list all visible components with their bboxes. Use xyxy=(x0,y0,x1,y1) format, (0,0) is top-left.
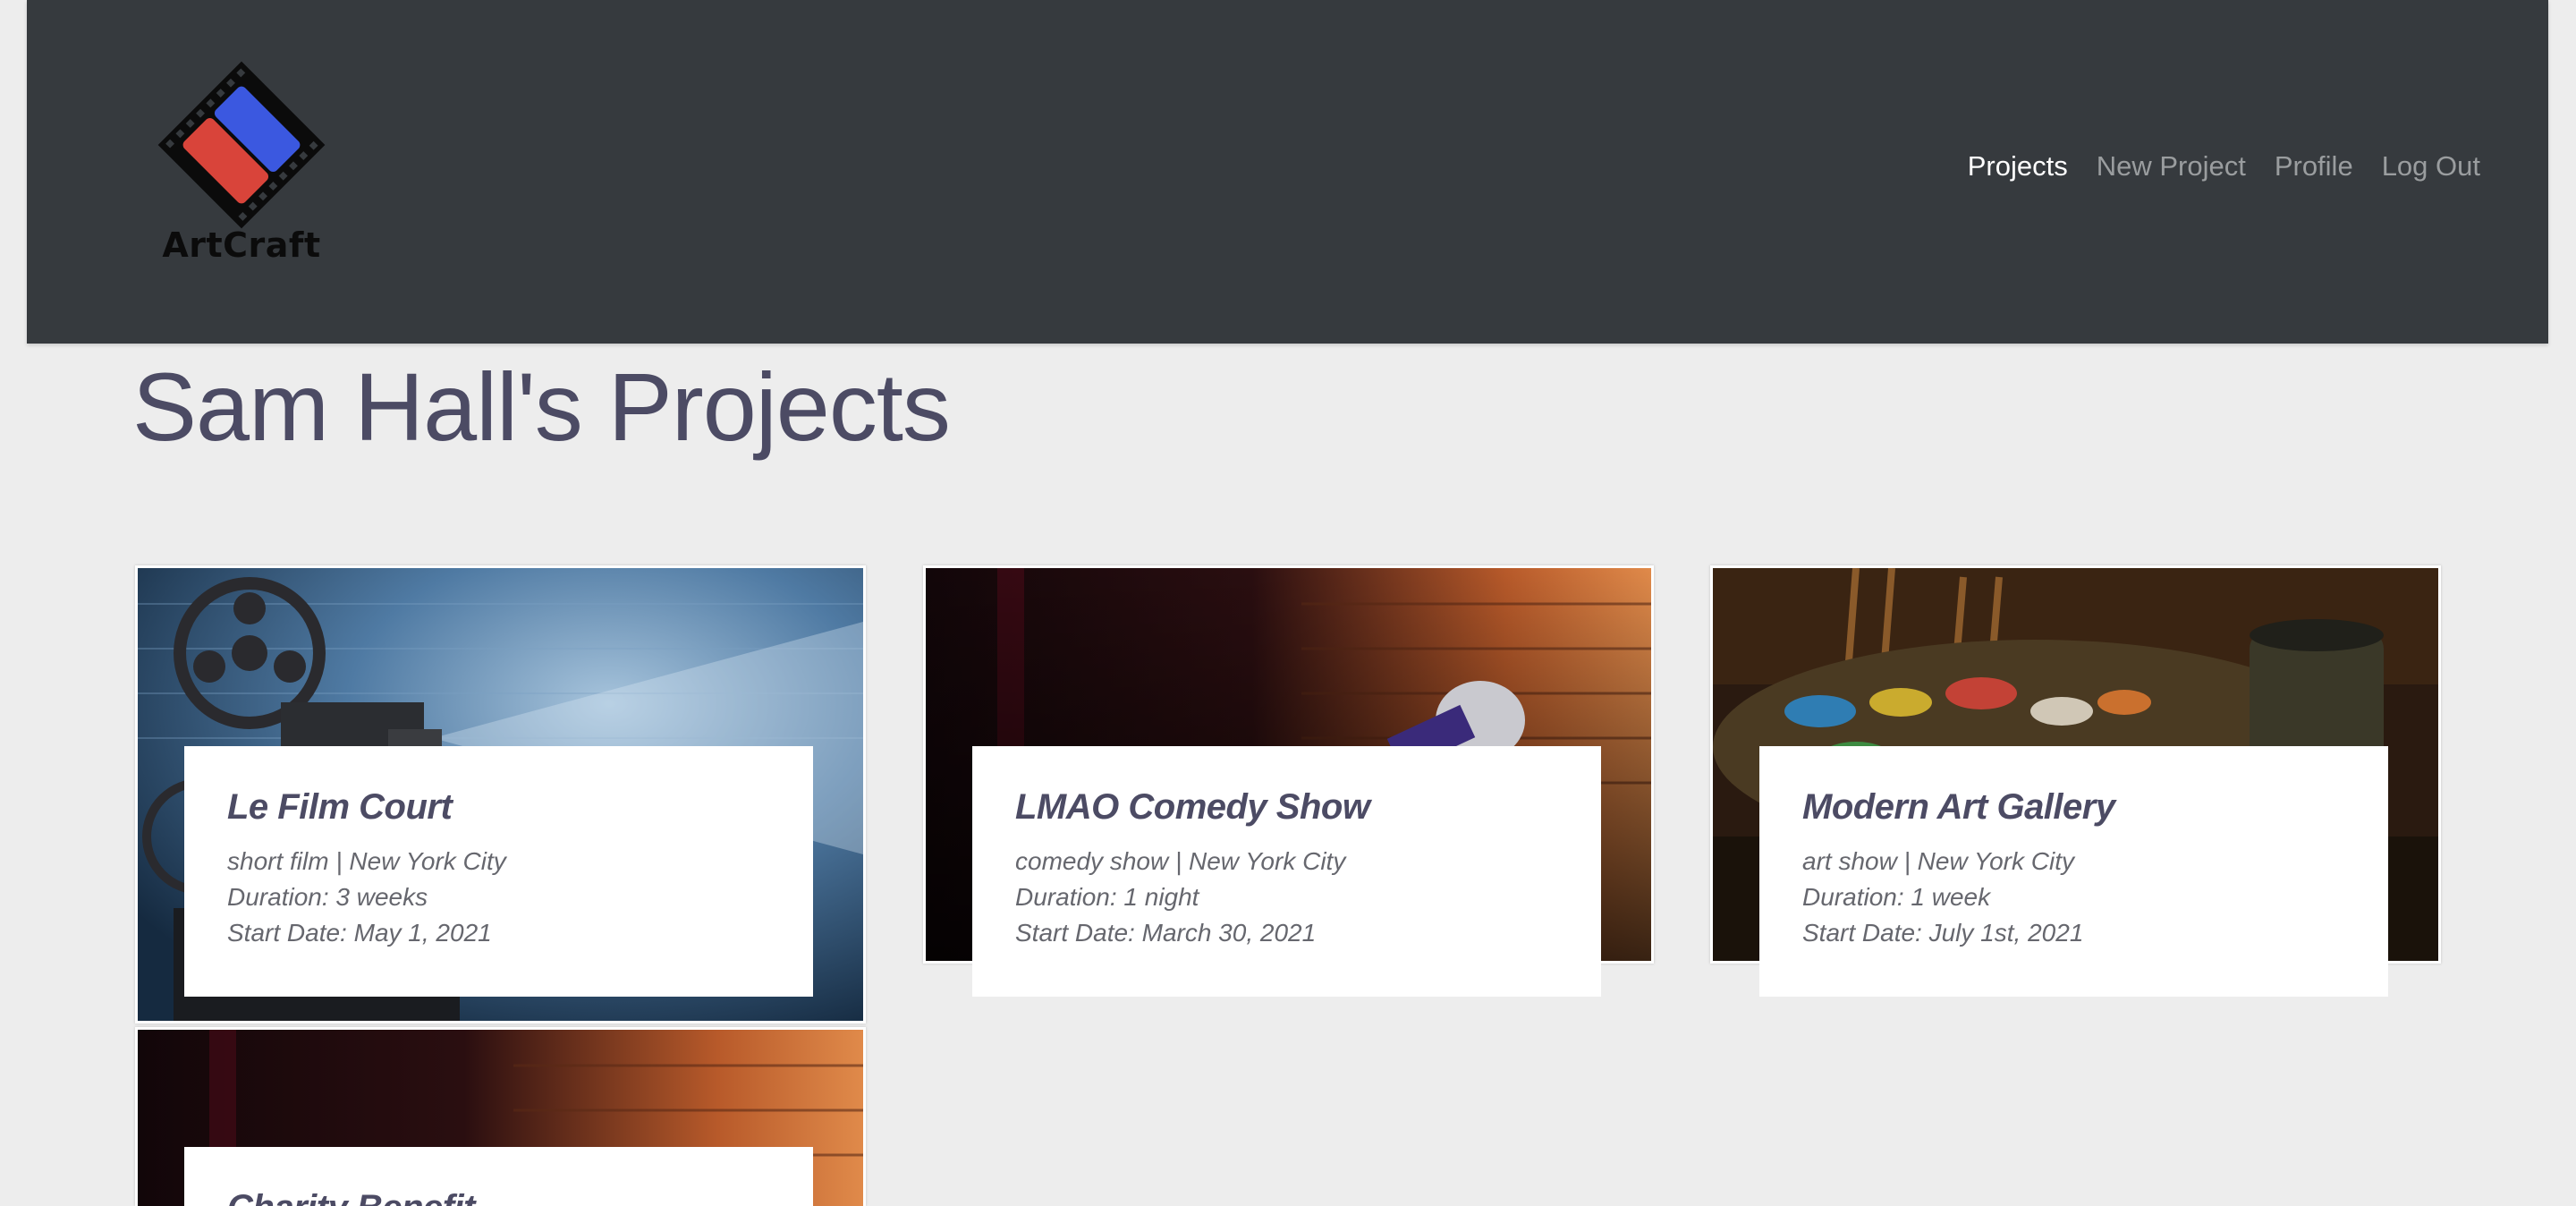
project-start-date: Start Date: March 30, 2021 xyxy=(1015,919,1317,947)
project-meta: short film | New York City xyxy=(227,847,506,875)
nav-link-projects[interactable]: Projects xyxy=(1968,150,2068,183)
film-frame-logo-icon xyxy=(157,61,326,229)
project-meta: comedy show | New York City xyxy=(1015,847,1346,875)
project-card-lmao-comedy-show[interactable]: LMAO Comedy Show comedy show | New York … xyxy=(923,565,1654,997)
project-card-le-film-court[interactable]: Le Film Court short film | New York City… xyxy=(135,565,866,1023)
project-card-modern-art-gallery[interactable]: Modern Art Gallery art show | New York C… xyxy=(1710,565,2441,997)
project-card-body: LMAO Comedy Show comedy show | New York … xyxy=(972,746,1601,997)
project-duration: Duration: 1 night xyxy=(1015,883,1199,911)
project-start-date: Start Date: July 1st, 2021 xyxy=(1802,919,2084,947)
logo-text: ArtCraft xyxy=(162,225,321,265)
project-card-body: Le Film Court short film | New York City… xyxy=(184,746,813,997)
project-title[interactable]: Modern Art Gallery xyxy=(1802,787,2345,828)
page-title: Sam Hall's Projects xyxy=(132,352,951,461)
project-card-body: Charity Benefit xyxy=(184,1147,813,1206)
nav-link-profile[interactable]: Profile xyxy=(2275,150,2353,183)
nav-links: Projects New Project Profile Log Out xyxy=(1968,150,2480,183)
project-title[interactable]: LMAO Comedy Show xyxy=(1015,787,1558,828)
project-title[interactable]: Le Film Court xyxy=(227,787,770,828)
project-title[interactable]: Charity Benefit xyxy=(227,1188,770,1206)
project-card-charity-benefit[interactable]: Charity Benefit xyxy=(135,1027,866,1206)
artcraft-logo[interactable]: ArtCraft xyxy=(130,55,353,279)
project-duration: Duration: 3 weeks xyxy=(227,883,428,911)
project-duration: Duration: 1 week xyxy=(1802,883,1991,911)
nav-link-new-project[interactable]: New Project xyxy=(2097,150,2246,183)
project-meta: art show | New York City xyxy=(1802,847,2074,875)
project-card-body: Modern Art Gallery art show | New York C… xyxy=(1759,746,2388,997)
nav-link-log-out[interactable]: Log Out xyxy=(2382,150,2480,183)
project-start-date: Start Date: May 1, 2021 xyxy=(227,919,492,947)
navbar: ArtCraft Projects New Project Profile Lo… xyxy=(27,0,2548,344)
